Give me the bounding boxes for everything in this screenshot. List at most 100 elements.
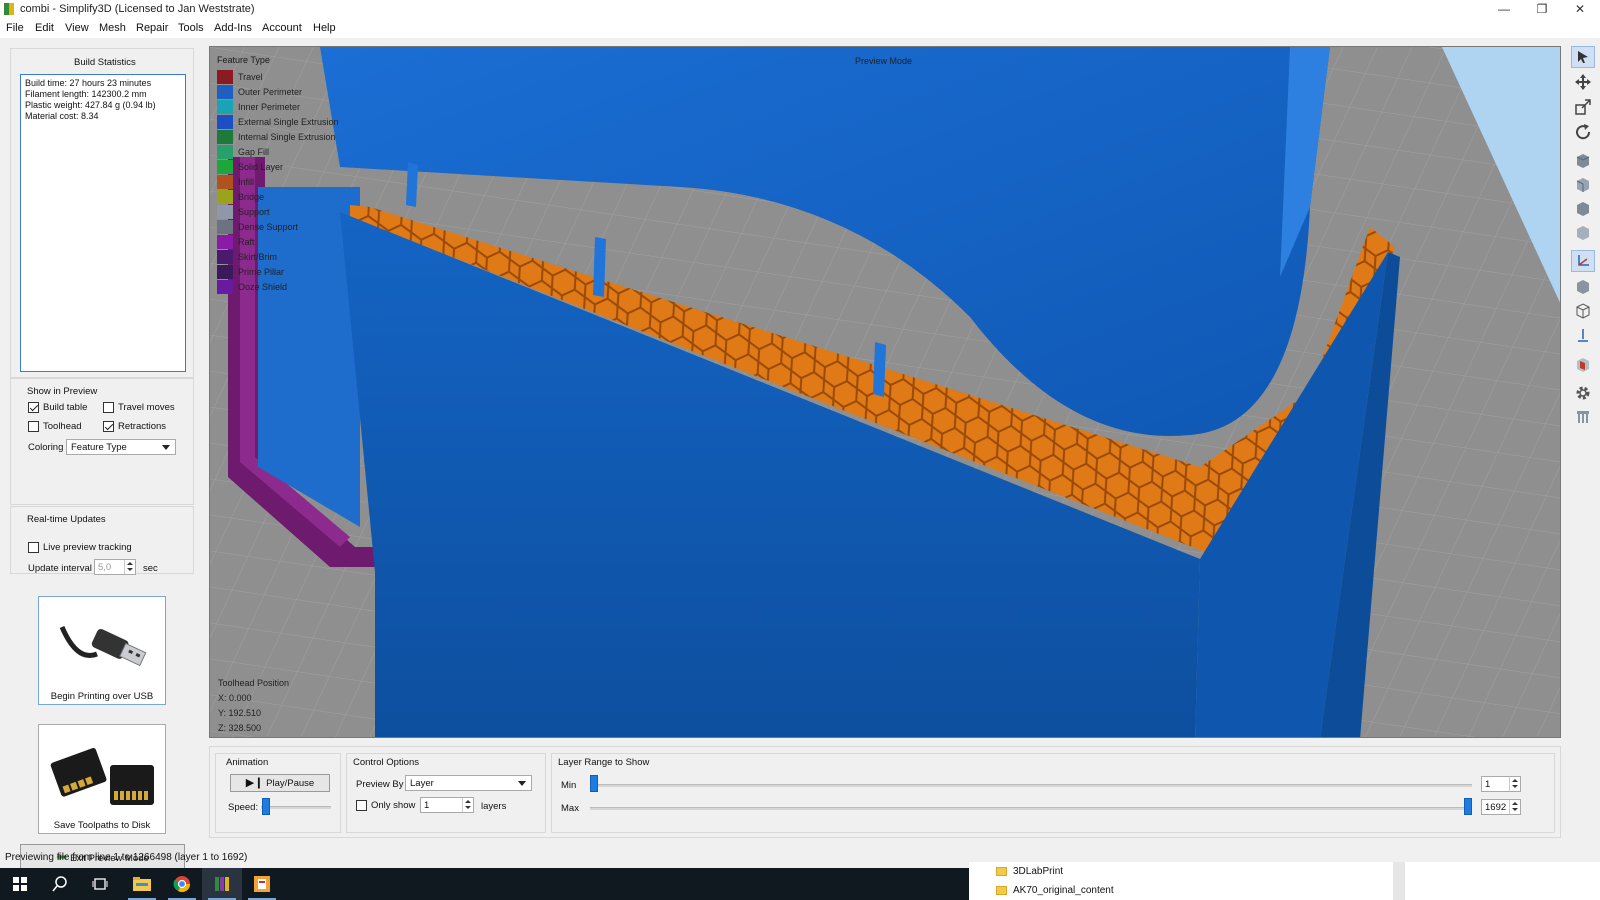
view-front-icon[interactable] bbox=[1571, 174, 1595, 196]
menu-tools[interactable]: Tools bbox=[178, 22, 204, 34]
support-icon[interactable] bbox=[1571, 406, 1595, 428]
legend-item: Ooze Shield bbox=[217, 279, 339, 294]
menu-view[interactable]: View bbox=[65, 22, 89, 34]
coloring-select[interactable]: Feature Type bbox=[66, 439, 176, 455]
explorer-scrollbar[interactable] bbox=[1393, 862, 1405, 900]
legend-swatch bbox=[217, 204, 233, 219]
layer-min-slider-track[interactable] bbox=[590, 784, 1472, 787]
toolhead-check-icon[interactable] bbox=[28, 421, 39, 432]
layer-max-slider-handle[interactable] bbox=[1464, 798, 1472, 815]
move-tool-icon[interactable] bbox=[1571, 71, 1595, 93]
scale-tool-icon[interactable] bbox=[1571, 96, 1595, 118]
legend-swatch bbox=[217, 249, 233, 264]
search-icon[interactable] bbox=[40, 868, 80, 900]
cross-section-icon[interactable] bbox=[1571, 354, 1595, 376]
chrome-icon[interactable] bbox=[162, 868, 202, 900]
windows-taskbar bbox=[0, 868, 969, 900]
spinner-arrows-icon[interactable] bbox=[462, 798, 473, 812]
only-show-spinner[interactable]: 1 bbox=[420, 797, 474, 813]
build-statistics-box: Build time: 27 hours 23 minutes Filament… bbox=[20, 74, 186, 372]
spinner-arrows-icon[interactable] bbox=[1509, 800, 1520, 814]
speed-slider-handle[interactable] bbox=[262, 798, 270, 815]
windows-start-icon[interactable] bbox=[0, 868, 40, 900]
layer-min-slider-handle[interactable] bbox=[590, 775, 598, 792]
live-tracking-check-icon[interactable] bbox=[28, 542, 39, 553]
task-view-icon[interactable] bbox=[80, 868, 120, 900]
layer-min-spinner[interactable]: 1 bbox=[1481, 776, 1521, 792]
legend-swatch bbox=[217, 279, 233, 294]
simplify3d-taskbar-icon[interactable] bbox=[202, 868, 242, 900]
legend-label: Ooze Shield bbox=[238, 281, 288, 292]
legend-item: Support bbox=[217, 204, 339, 219]
menu-help[interactable]: Help bbox=[313, 22, 336, 34]
legend-swatch bbox=[217, 189, 233, 204]
legend-item: Solid Layer bbox=[217, 159, 339, 174]
maximize-button[interactable]: ❐ bbox=[1525, 0, 1559, 19]
menu-mesh[interactable]: Mesh bbox=[99, 22, 126, 34]
build-table-checkbox[interactable]: Build table bbox=[28, 402, 87, 413]
close-button[interactable]: ✕ bbox=[1563, 0, 1597, 19]
preview-by-value: Layer bbox=[410, 778, 434, 789]
legend-item: External Single Extrusion bbox=[217, 114, 339, 129]
save-toolpaths-button[interactable]: Save Toolpaths to Disk bbox=[38, 724, 166, 834]
live-tracking-label: Live preview tracking bbox=[43, 542, 132, 553]
toolhead-checkbox[interactable]: Toolhead bbox=[28, 421, 82, 432]
settings-gear-icon[interactable] bbox=[1571, 382, 1595, 404]
menu-repair[interactable]: Repair bbox=[136, 22, 168, 34]
view-side-icon[interactable] bbox=[1571, 222, 1595, 244]
live-tracking-checkbox[interactable]: Live preview tracking bbox=[28, 542, 132, 553]
preview-by-select[interactable]: Layer bbox=[405, 775, 532, 791]
legend-label: Raft bbox=[238, 236, 255, 247]
travel-moves-check-icon[interactable] bbox=[103, 402, 114, 413]
menu-account[interactable]: Account bbox=[262, 22, 302, 34]
travel-moves-checkbox[interactable]: Travel moves bbox=[103, 402, 175, 413]
legend-label: Solid Layer bbox=[238, 161, 284, 172]
solid-view-icon[interactable] bbox=[1571, 276, 1595, 298]
spinner-arrows-icon[interactable] bbox=[1509, 777, 1520, 791]
only-show-checkbox[interactable]: Only show bbox=[356, 800, 415, 811]
3d-viewport[interactable]: Feature Type Travel Outer Perimeter Inner … bbox=[209, 46, 1561, 738]
axes-toggle-icon[interactable] bbox=[1571, 250, 1595, 272]
menu-file[interactable]: File bbox=[6, 22, 24, 34]
legend-item: Travel bbox=[217, 69, 339, 84]
view-iso-icon[interactable] bbox=[1571, 150, 1595, 172]
material-cost: Material cost: 8.34 bbox=[25, 111, 99, 121]
layer-max-spinner[interactable]: 1692 bbox=[1481, 799, 1521, 815]
legend-swatch bbox=[217, 99, 233, 114]
legend-label: External Single Extrusion bbox=[238, 116, 339, 127]
normals-icon[interactable] bbox=[1571, 324, 1595, 346]
legend-item: Outer Perimeter bbox=[217, 84, 339, 99]
layer-max-slider-track[interactable] bbox=[590, 807, 1472, 810]
filament-length: Filament length: 142300.2 mm bbox=[25, 89, 147, 99]
file-explorer-icon[interactable] bbox=[122, 868, 162, 900]
only-show-check-icon[interactable] bbox=[356, 800, 367, 811]
legend-swatch bbox=[217, 219, 233, 234]
menu-bar: File Edit View Mesh Repair Tools Add-Ins… bbox=[0, 19, 1600, 38]
menu-edit[interactable]: Edit bbox=[35, 22, 54, 34]
rotate-tool-icon[interactable] bbox=[1571, 121, 1595, 143]
menu-add-ins[interactable]: Add-Ins bbox=[214, 22, 252, 34]
begin-usb-print-button[interactable]: Begin Printing over USB bbox=[38, 596, 166, 705]
view-back-icon[interactable] bbox=[1571, 198, 1595, 220]
retractions-checkbox[interactable]: Retractions bbox=[103, 421, 166, 432]
folder-3dlabprint[interactable]: 3DLabPrint bbox=[996, 866, 1063, 877]
speed-slider-track[interactable] bbox=[261, 806, 331, 809]
minimize-button[interactable]: — bbox=[1487, 0, 1521, 19]
wireframe-view-icon[interactable] bbox=[1571, 300, 1595, 322]
update-interval-value: 5,0 bbox=[98, 562, 112, 573]
folder-ak70-original-content[interactable]: AK70_original_content bbox=[996, 885, 1114, 896]
legend-swatch bbox=[217, 144, 233, 159]
play-pause-button[interactable]: ▶❙ Play/Pause bbox=[230, 774, 330, 792]
select-tool-icon[interactable] bbox=[1571, 46, 1595, 68]
update-interval-label: Update interval bbox=[28, 563, 92, 574]
status-bar-text: Previewing file from line 1 to 1266498 (… bbox=[5, 852, 248, 863]
realtime-updates-title: Real-time Updates bbox=[27, 514, 106, 525]
retractions-check-icon[interactable] bbox=[103, 421, 114, 432]
legend-label: Gap Fill bbox=[238, 146, 270, 157]
travel-moves-label: Travel moves bbox=[118, 402, 175, 413]
build-table-check-icon[interactable] bbox=[28, 402, 39, 413]
legend-item: Internal Single Extrusion bbox=[217, 129, 339, 144]
slicer-app-icon[interactable] bbox=[242, 868, 282, 900]
spinner-arrows-icon[interactable] bbox=[124, 560, 135, 574]
update-interval-spinner[interactable]: 5,0 bbox=[94, 559, 136, 575]
